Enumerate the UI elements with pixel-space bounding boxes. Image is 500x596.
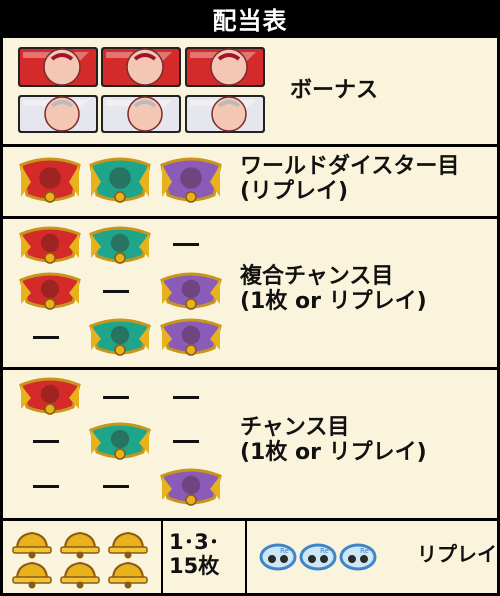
bell-payout-label: 1･3･ 15枚 [169,530,220,579]
green-wing-emblem-icon [87,224,153,270]
red-seven-character-icon [100,44,182,90]
bonus-label: ボーナス [290,78,379,103]
row-chance: チャンス目 (1枚 or リプレイ) [3,370,497,518]
bell-icon [105,527,151,559]
dash-mark [103,396,129,399]
chance-label: チャンス目 (1枚 or リプレイ) [240,415,427,466]
green-wing-emblem-icon [87,316,153,362]
white-seven-character-icon [100,92,182,136]
world-daistar-label: ワールドダイスター目 (リプレイ) [240,154,460,205]
svg-text:Re: Re [360,547,369,555]
row-world-daistar: ワールドダイスター目 (リプレイ) [3,147,497,216]
purple-wing-emblem-icon [158,316,224,362]
dash-mark [173,243,199,246]
pay-table: 配当表 ボーナス ワールドダイスター目 (リプレイ) 複合チャンス目 (1枚 o… [0,0,500,596]
row-replay: Re Re Re 1･3･ 15枚 リプレイ [3,521,497,593]
green-wing-emblem-icon [87,420,153,466]
bell-icon [57,527,103,559]
bell-icon [9,527,55,559]
svg-text:Re: Re [320,547,329,555]
dash-mark [33,336,59,339]
divider [161,521,163,593]
red-wing-emblem-icon [17,224,83,270]
bell-icon [57,557,103,589]
dash-mark [33,485,59,488]
replay-label: リプレイ [417,542,497,566]
dash-mark [103,290,129,293]
bell-icon [105,557,151,589]
replay-icon: Re [299,543,337,571]
purple-wing-emblem-icon [158,466,224,512]
red-seven-character-icon [17,44,99,90]
bell-icon [9,557,55,589]
red-wing-emblem-icon [17,155,83,209]
replay-icon: Re [339,543,377,571]
white-seven-character-icon [17,92,99,136]
dash-mark [103,485,129,488]
dash-mark [173,440,199,443]
row-fukugo-chance: 複合チャンス目 (1枚 or リプレイ) [3,219,497,367]
page-title: 配当表 [212,6,288,35]
red-wing-emblem-icon [17,375,83,421]
dash-mark [33,440,59,443]
red-wing-emblem-icon [17,270,83,316]
white-seven-character-icon [184,92,266,136]
red-seven-character-icon [184,44,266,90]
divider [245,521,247,593]
row-bonus: ボーナス [3,38,497,144]
green-wing-emblem-icon [87,155,153,209]
dash-mark [173,396,199,399]
fukugo-chance-label: 複合チャンス目 (1枚 or リプレイ) [240,264,427,315]
purple-wing-emblem-icon [158,155,224,209]
purple-wing-emblem-icon [158,270,224,316]
replay-icon: Re [259,543,297,571]
svg-text:Re: Re [280,547,289,555]
